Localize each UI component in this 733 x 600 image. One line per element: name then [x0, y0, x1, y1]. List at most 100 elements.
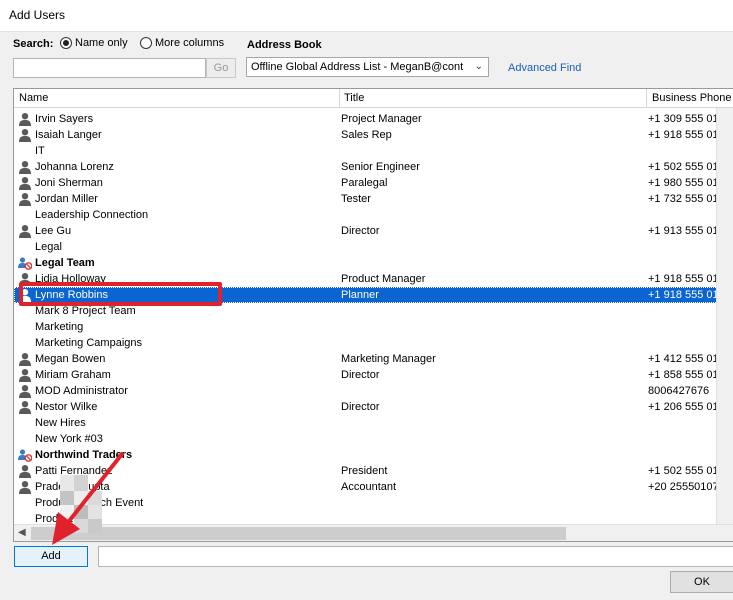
table-row[interactable]: Nestor Wilke Director +1 206 555 01... [14, 399, 733, 415]
cell-name: Marketing Campaigns [35, 337, 142, 349]
user-icon [18, 224, 32, 238]
search-label: Search: [13, 38, 54, 50]
user-icon [18, 160, 32, 174]
column-divider[interactable] [646, 89, 647, 108]
window-title: Add Users [9, 8, 66, 22]
user-icon [18, 352, 32, 366]
cell-name: New York #03 [35, 433, 103, 445]
table-row[interactable]: Marketing Campaigns [14, 335, 733, 351]
user-icon [18, 112, 32, 126]
cell-name: IT [35, 145, 45, 157]
table-row[interactable]: Megan Bowen Marketing Manager +1 412 555 0… [14, 351, 733, 367]
table-row[interactable]: Leadership Connection [14, 207, 733, 223]
go-button[interactable]: Go [206, 58, 236, 78]
scroll-left-icon[interactable]: ◀ [18, 527, 26, 538]
table-header: Name Title Business Phone [14, 89, 733, 108]
table-row[interactable]: Irvin Sayers Project Manager +1 309 555 01… [14, 111, 733, 127]
ok-button[interactable]: OK [670, 571, 733, 593]
table-row[interactable]: Marketing [14, 319, 733, 335]
radio-dot-selected[interactable] [60, 37, 72, 49]
table-row[interactable]: Legal Team [14, 255, 733, 271]
user-icon [18, 480, 32, 494]
table-row[interactable]: Isaiah Langer Sales Rep +1 918 555 01... [14, 127, 733, 143]
cell-name: Northwind Traders [35, 449, 133, 461]
cell-title: Product Manager [341, 273, 426, 285]
cell-name: Lee Gu [35, 225, 72, 237]
table-body: Irvin Sayers Project Manager +1 309 555 01… [14, 111, 733, 527]
radio-dot[interactable] [140, 37, 152, 49]
cell-name: Miriam Graham [35, 369, 111, 381]
cell-title: Sales Rep [341, 129, 392, 141]
cell-title: Marketing Manager [341, 353, 436, 365]
cell-name: Nestor Wilke [35, 401, 98, 413]
radio-name-only-label: Name only [75, 37, 128, 49]
cell-title: Tester [341, 193, 371, 205]
window-titlebar: Add Users [0, 0, 733, 32]
column-header-name[interactable]: Name [19, 92, 48, 104]
table-row[interactable]: New Hires [14, 415, 733, 431]
user-icon [18, 464, 32, 478]
cell-title: Director [341, 401, 380, 413]
group-icon [18, 256, 33, 270]
user-icon [18, 128, 32, 142]
user-icon [18, 192, 32, 206]
cell-name: MOD Administrator [35, 385, 128, 397]
cell-phone: +20 255501070 [648, 481, 725, 493]
table-row[interactable]: New York #03 [14, 431, 733, 447]
search-input[interactable] [13, 58, 206, 78]
advanced-find-link[interactable]: Advanced Find [508, 62, 581, 74]
cell-name: Joni Sherman [35, 177, 103, 189]
address-book-selected: Offline Global Address List - MeganB@con… [251, 61, 464, 73]
cell-name: Johanna Lorenz [35, 161, 114, 173]
table-row[interactable]: Lee Gu Director +1 913 555 01... [14, 223, 733, 239]
column-header-business-phone[interactable]: Business Phone [652, 92, 732, 104]
cell-name: New Hires [35, 417, 86, 429]
user-icon [18, 368, 32, 382]
add-button[interactable]: Add [14, 546, 88, 567]
table-row[interactable]: Product Launch Event [14, 495, 733, 511]
user-icon [18, 176, 32, 190]
column-header-title[interactable]: Title [344, 92, 364, 104]
cell-name: Megan Bowen [35, 353, 106, 365]
table-row[interactable]: MOD Administrator 8006427676 [14, 383, 733, 399]
cell-title: Director [341, 225, 380, 237]
vertical-scrollbar[interactable] [716, 108, 733, 525]
table-row[interactable]: Legal [14, 239, 733, 255]
highlight-annotation [19, 282, 222, 306]
table-row[interactable]: Joni Sherman Paralegal +1 980 555 01... [14, 175, 733, 191]
cell-name: Legal [35, 241, 62, 253]
table-row[interactable]: Pradeep Gupta Accountant +20 255501070 [14, 479, 733, 495]
user-icon [18, 400, 32, 414]
user-icon [18, 384, 32, 398]
cell-name: Marketing [35, 321, 84, 333]
table-row[interactable]: IT [14, 143, 733, 159]
cell-title: President [341, 465, 388, 477]
cell-name: Leadership Connection [35, 209, 149, 221]
chevron-down-icon: ⌄ [474, 61, 483, 72]
cell-title: Project Manager [341, 113, 422, 125]
cell-name: Legal Team [35, 257, 95, 269]
column-divider[interactable] [339, 89, 340, 108]
table-row[interactable]: Johanna Lorenz Senior Engineer +1 502 555 … [14, 159, 733, 175]
cell-phone: 8006427676 [648, 385, 710, 397]
table-row[interactable]: Jordan Miller Tester +1 732 555 01... [14, 191, 733, 207]
radio-name-only[interactable]: Name only [60, 37, 128, 49]
users-table: Name Title Business Phone Irvin Sayers Pr… [13, 88, 733, 542]
add-recipients-field[interactable] [98, 546, 733, 567]
radio-more-columns[interactable]: More columns [140, 37, 224, 49]
table-row[interactable]: Patti Fernandez President +1 502 555 01... [14, 463, 733, 479]
cell-name: Jordan Miller [35, 193, 98, 205]
address-book-select[interactable]: Offline Global Address List - MeganB@con… [246, 57, 489, 77]
horizontal-scrollbar[interactable]: ◀ [14, 524, 733, 541]
table-row[interactable]: Northwind Traders [14, 447, 733, 463]
group-icon [18, 448, 33, 462]
radio-more-columns-label: More columns [155, 37, 225, 49]
table-row[interactable]: Miriam Graham Director +1 858 555 01... [14, 367, 733, 383]
address-book-label: Address Book [247, 39, 322, 51]
pixelated-redaction [60, 475, 108, 533]
cell-name: Isaiah Langer [35, 129, 102, 141]
cell-name: Irvin Sayers [35, 113, 94, 125]
scrollbar-thumb[interactable] [31, 527, 566, 540]
cell-title: Director [341, 369, 380, 381]
cell-title: Accountant [341, 481, 397, 493]
